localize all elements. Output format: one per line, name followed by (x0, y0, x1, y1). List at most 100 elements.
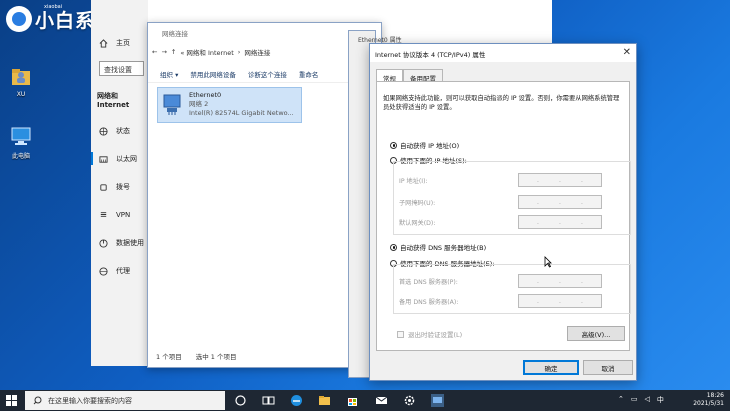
ip-address-input: ... (518, 173, 602, 187)
volume-icon[interactable]: ◁ (645, 395, 650, 405)
nav-item-data-usage[interactable]: 数据使用 (99, 238, 144, 248)
gateway-input: ... (518, 215, 602, 229)
preferred-dns-input: ... (518, 274, 602, 288)
file-explorer-icon[interactable] (317, 393, 332, 408)
nav-item-label: 状态 (116, 127, 130, 135)
checkbox-icon (397, 330, 404, 338)
nav-item-label: 拨号 (116, 183, 130, 191)
settings-nav: 主页 查找设置 网络和 Internet 状态 以太网 拨号 VPN 数据使用 … (91, 0, 148, 366)
dialog-title: Internet 协议版本 4 (TCP/IPv4) 属性 (370, 44, 636, 62)
clock[interactable]: 18:26 2021/5/31 (693, 392, 724, 408)
ip-auto-radio[interactable]: 自动获得 IP 地址(O) (390, 140, 459, 150)
ok-button[interactable]: 确定 (523, 360, 579, 375)
preferred-dns-label: 首选 DNS 服务器(P): (399, 279, 458, 286)
diagnose-button[interactable]: 诊断这个连接 (248, 69, 287, 79)
dns-server-group: 首选 DNS 服务器(P): ... 备用 DNS 服务器(A): ... (393, 264, 631, 314)
back-icon[interactable]: ← (152, 48, 157, 56)
general-panel: 如果网络支持此功能，则可以获取自动指派的 IP 设置。否则，你需要从网络系统管理… (376, 81, 631, 351)
clock-time: 18:26 (706, 392, 724, 399)
windows-start-icon[interactable] (6, 395, 17, 406)
settings-search-input[interactable]: 查找设置 (99, 61, 144, 76)
advanced-button[interactable]: 高级(V)... (567, 326, 625, 341)
task-view-icon[interactable] (261, 393, 276, 408)
up-icon[interactable]: ↑ (171, 48, 176, 56)
breadcrumb-separator: › (237, 48, 241, 56)
taskbar: 在这里输入你要搜索的内容 ⌃ ▭ ◁ 中 18:26 2021/5/31 (0, 390, 730, 411)
cortana-icon[interactable] (233, 393, 248, 408)
proxy-icon (99, 266, 108, 276)
desktop-icon-label: 此电脑 (11, 153, 30, 160)
vpn-icon (100, 212, 107, 217)
nav-item-vpn[interactable]: VPN (99, 210, 130, 219)
dialog-description: 如果网络支持此功能，则可以获取自动指派的 IP 设置。否则，你需要从网络系统管理… (383, 95, 620, 111)
validate-checkbox[interactable]: 退出时验证设置(L) (397, 329, 462, 339)
settings-gear-icon[interactable] (402, 393, 417, 408)
desktop-icon-user[interactable]: XU (4, 65, 38, 98)
network-adapter-icon (163, 94, 181, 115)
search-icon (33, 396, 42, 405)
brand-logo-icon (6, 6, 32, 32)
data-usage-icon (99, 238, 108, 248)
subnet-mask-label: 子网掩码(U): (399, 200, 436, 207)
system-tray: ⌃ ▭ ◁ 中 (618, 395, 664, 405)
desktop-icon-label: XU (16, 91, 26, 98)
adapter-device: Intel(R) 82574L Gigabit Netwo... (189, 109, 294, 117)
forward-icon[interactable]: → (161, 48, 166, 56)
address-bar[interactable]: ← → ↑ « 网络和 Internet › 网络连接 (148, 44, 381, 60)
adapter-details: Ethernet0 网络 2 Intel(R) 82574L Gigabit N… (189, 91, 294, 118)
network-connections-taskbar-icon[interactable] (430, 393, 445, 408)
radio-label: 自动获得 DNS 服务器地址(B) (400, 244, 487, 252)
organize-button[interactable]: 组织 ▾ (160, 69, 178, 79)
breadcrumb-item[interactable]: 网络连接 (244, 47, 270, 57)
command-bar: 组织 ▾ 禁用此网络设备 诊断这个连接 重命名 (148, 65, 381, 83)
radio-selected-icon (390, 243, 397, 251)
chevron-up-icon[interactable]: ⌃ (618, 395, 624, 405)
selected-count: 选中 1 个项目 (195, 353, 237, 361)
computer-icon (11, 127, 31, 145)
taskbar-search-input[interactable]: 在这里输入你要搜索的内容 (25, 391, 225, 410)
alternate-dns-input: ... (518, 294, 602, 308)
globe-icon (99, 126, 108, 136)
close-icon[interactable]: ✕ (623, 47, 631, 58)
phone-icon (100, 183, 107, 191)
ime-indicator[interactable]: 中 (657, 395, 664, 405)
search-placeholder: 在这里输入你要搜索的内容 (48, 396, 132, 405)
brand-small: xiaobai (44, 4, 63, 10)
nav-item-proxy[interactable]: 代理 (99, 266, 130, 276)
active-indicator (91, 152, 93, 165)
adapter-network: 网络 2 (189, 100, 209, 108)
adapter-name: Ethernet0 (189, 91, 222, 99)
mouse-cursor-icon (544, 256, 552, 268)
user-folder-icon (12, 69, 30, 85)
adapter-ethernet0[interactable]: Ethernet0 网络 2 Intel(R) 82574L Gigabit N… (157, 87, 302, 123)
subnet-mask-input: ... (518, 195, 602, 209)
rename-button[interactable]: 重命名 (299, 69, 319, 79)
disable-device-button[interactable]: 禁用此网络设备 (190, 69, 236, 79)
checkbox-label: 退出时验证设置(L) (408, 331, 463, 339)
nav-home-label: 主页 (116, 39, 130, 47)
nav-item-label: 以太网 (116, 155, 137, 163)
nav-item-dialup[interactable]: 拨号 (99, 182, 130, 192)
window-title: 网络连接 (162, 30, 188, 38)
mail-icon[interactable] (374, 393, 389, 408)
nav-item-label: 数据使用 (116, 239, 144, 247)
edge-icon[interactable] (289, 393, 304, 408)
store-icon[interactable] (345, 393, 360, 408)
alternate-dns-label: 备用 DNS 服务器(A): (399, 299, 459, 306)
breadcrumb-item[interactable]: « 网络和 Internet (180, 47, 233, 57)
gateway-label: 默认网关(D): (399, 220, 436, 227)
desktop-icon-this-pc[interactable]: 此电脑 (4, 125, 38, 160)
nav-item-ethernet[interactable]: 以太网 (91, 152, 137, 165)
nav-home[interactable]: 主页 (99, 38, 130, 48)
cancel-button[interactable]: 取消 (583, 360, 633, 375)
radio-selected-icon (390, 141, 397, 149)
dns-auto-radio[interactable]: 自动获得 DNS 服务器地址(B) (390, 242, 486, 252)
home-icon (99, 38, 108, 48)
network-icon[interactable]: ▭ (631, 395, 638, 405)
nav-item-status[interactable]: 状态 (99, 126, 130, 136)
item-count: 1 个项目 (156, 353, 182, 361)
status-bar: 1 个项目 选中 1 个项目 (156, 351, 236, 361)
nav-section-title: 网络和 Internet (97, 92, 130, 109)
ip-address-label: IP 地址(I): (399, 178, 428, 185)
nav-item-label: 代理 (116, 267, 130, 275)
